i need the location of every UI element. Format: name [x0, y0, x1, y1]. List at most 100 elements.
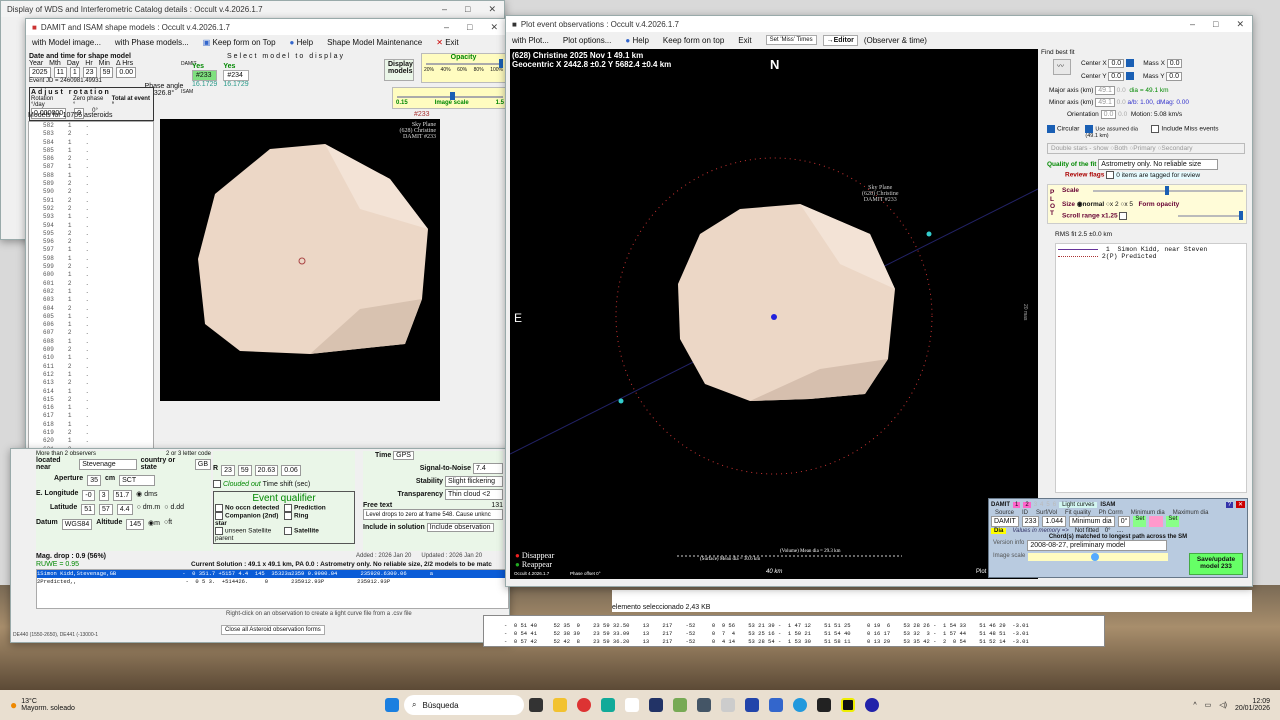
asteroid-list-item[interactable]: 615 2.	[29, 396, 153, 404]
image-scale-slider[interactable]: 0.15 Image scale 1.5	[392, 87, 508, 109]
opacity-slider[interactable]: Opacity 20% 40% 60% 80% 100%	[421, 53, 506, 83]
set-min-button[interactable]: Set	[1133, 516, 1147, 527]
asteroid-list-item[interactable]: 600 1.	[29, 271, 153, 279]
asteroid-list-item[interactable]: 598 1.	[29, 255, 153, 263]
menu-keep-on-top[interactable]: ▣ Keep form on Top	[203, 38, 276, 47]
dms-radio[interactable]: ◉ dms	[136, 490, 157, 501]
asteroid-list-item[interactable]: 602 1.	[29, 288, 153, 296]
minute-input[interactable]: 59	[99, 67, 114, 78]
ph-corr-input[interactable]: 0°	[1117, 516, 1131, 527]
close-button[interactable]: ✕	[490, 22, 498, 33]
r-sec[interactable]: 20.63	[254, 465, 279, 476]
normal-radio[interactable]: ◉normal	[1077, 201, 1104, 208]
bitwarden-icon[interactable]	[745, 698, 759, 712]
unseen-satellite-checkbox[interactable]: unseen Satellite parent	[215, 527, 284, 542]
transparency-select[interactable]: Thin cloud <2	[445, 489, 503, 500]
asteroid-list-item[interactable]: 611 2.	[29, 363, 153, 371]
light-curves-button[interactable]: Light curves	[1059, 501, 1098, 508]
asteroid-list-item[interactable]: 591 2.	[29, 197, 153, 205]
slider-thumb[interactable]	[499, 59, 503, 68]
app-icon[interactable]	[793, 698, 807, 712]
menu-plot-options[interactable]: Plot options...	[563, 36, 611, 45]
damit-tab-4[interactable]: 4	[1040, 502, 1043, 508]
find-best-fit-button[interactable]: 〰	[1053, 59, 1071, 75]
ft-radio[interactable]: ○ft	[164, 519, 172, 530]
asteroid-list-item[interactable]: 597 1.	[29, 246, 153, 254]
secondary-radio[interactable]: Secondary	[1161, 145, 1192, 152]
store-icon[interactable]	[649, 698, 663, 712]
telescope-select[interactable]: SCT	[119, 475, 156, 486]
dia-button[interactable]: Dia	[991, 528, 1007, 534]
terminal-icon[interactable]	[817, 698, 831, 712]
damit-tab-5[interactable]: 5	[1046, 502, 1049, 508]
chrome-icon[interactable]	[577, 698, 591, 712]
review-checkbox[interactable]: 0 items are tagged for review	[1106, 171, 1201, 179]
snr-input[interactable]: 7.4	[473, 463, 503, 474]
damit-tab-6[interactable]: 6	[1053, 502, 1056, 508]
set-max-button[interactable]: Set	[1166, 516, 1180, 527]
model-233-button[interactable]: #233	[192, 70, 218, 81]
asteroid-list-item[interactable]: 585 1.	[29, 147, 153, 155]
r-uncertainty[interactable]: 0.06	[281, 465, 301, 476]
weather-widget[interactable]: ● 13°C Mayorm. soleado	[0, 698, 75, 712]
x2-radio[interactable]: ○x 2	[1106, 201, 1119, 208]
primary-radio[interactable]: Primary	[1133, 145, 1155, 152]
model-234-button[interactable]: #234	[223, 70, 249, 81]
menu-help[interactable]: ● Help	[625, 36, 649, 45]
dhrs-input[interactable]: 0.00	[116, 67, 136, 78]
mass-y-input[interactable]: 0.0	[1166, 72, 1182, 81]
asteroid-list-item[interactable]: 582 1.	[29, 122, 153, 130]
x5-radio[interactable]: ○x 5	[1120, 201, 1133, 208]
app-icon[interactable]	[865, 698, 879, 712]
asteroid-list-item[interactable]: 589 2.	[29, 180, 153, 188]
clock[interactable]: 12:09 20/01/2026	[1235, 698, 1270, 712]
app-icon[interactable]	[721, 698, 735, 712]
scale-slider[interactable]	[1093, 186, 1243, 195]
minor-axis-input[interactable]: 49.1	[1095, 98, 1115, 107]
menu-exit[interactable]: Exit	[738, 36, 751, 45]
include-select[interactable]: Include observation	[426, 523, 494, 532]
menu-keep-on-top[interactable]: Keep form on top	[663, 36, 724, 45]
asteroid-list-item[interactable]: 605 1.	[29, 313, 153, 321]
year-input[interactable]: 2025	[29, 67, 51, 78]
asteroid-list-item[interactable]: 614 1.	[29, 388, 153, 396]
observation-row-selected[interactable]: 1Simon Kidd,Stevenage,GB - 0 351.7 +5157…	[37, 570, 508, 578]
latitude-sec[interactable]: 4.4	[116, 504, 133, 515]
maximize-button[interactable]: □	[465, 4, 470, 15]
asteroid-list-item[interactable]: 609 2.	[29, 346, 153, 354]
asteroid-list-item[interactable]: 619 2.	[29, 429, 153, 437]
slider-thumb[interactable]	[450, 92, 455, 100]
satellite-checkbox[interactable]: Satellite	[284, 527, 353, 542]
menu-help[interactable]: ● Help	[290, 38, 314, 47]
asteroid-list-item[interactable]: 601 2.	[29, 280, 153, 288]
asteroid-list-item[interactable]: 590 2.	[29, 188, 153, 196]
prediction-checkbox[interactable]: Prediction	[284, 504, 353, 512]
asteroid-list-item[interactable]: 584 1.	[29, 139, 153, 147]
hour-input[interactable]: 23	[82, 67, 97, 78]
asteroid-list-item[interactable]: 613 2.	[29, 379, 153, 387]
volume-icon[interactable]: ◁)	[1219, 701, 1227, 709]
month-input[interactable]: 11	[53, 67, 67, 78]
center-x-input[interactable]: 0.0	[1108, 59, 1125, 68]
ddd-radio[interactable]: ○ d.dd	[164, 504, 184, 515]
day-input[interactable]: 1	[69, 67, 80, 78]
save-update-model-button[interactable]: Save/update model 233	[1189, 553, 1243, 575]
mass-x-input[interactable]: 0.0	[1166, 59, 1183, 68]
maximize-button[interactable]: □	[467, 22, 472, 33]
set-miss-times-button[interactable]: Set 'Miss' Times	[765, 35, 817, 45]
clouded-out-checkbox[interactable]: Clouded out	[223, 481, 261, 488]
asteroid-list-item[interactable]: 596 2.	[29, 238, 153, 246]
asteroid-list-item[interactable]: 606 1.	[29, 321, 153, 329]
orientation-input[interactable]: 0.0	[1100, 110, 1117, 119]
observation-list[interactable]: 1Simon Kidd,Stevenage,GB - 0 351.7 +5157…	[36, 569, 509, 609]
asteroid-list-item[interactable]: 608 1.	[29, 338, 153, 346]
no-occn-checkbox[interactable]: No occn detected	[215, 504, 284, 512]
damit-tab-2[interactable]: 2	[1023, 501, 1031, 508]
altitude-input[interactable]: 145	[126, 519, 145, 530]
asteroid-list-item[interactable]: 618 1.	[29, 421, 153, 429]
app-icon[interactable]	[769, 698, 783, 712]
plot-canvas[interactable]: (628) Christine 2025 Nov 1 49.1 km Geoce…	[510, 49, 1038, 579]
time-select[interactable]: GPS	[393, 451, 414, 460]
menu-maintenance[interactable]: Shape Model Maintenance	[327, 38, 422, 47]
asteroid-list-item[interactable]: 616 1.	[29, 404, 153, 412]
